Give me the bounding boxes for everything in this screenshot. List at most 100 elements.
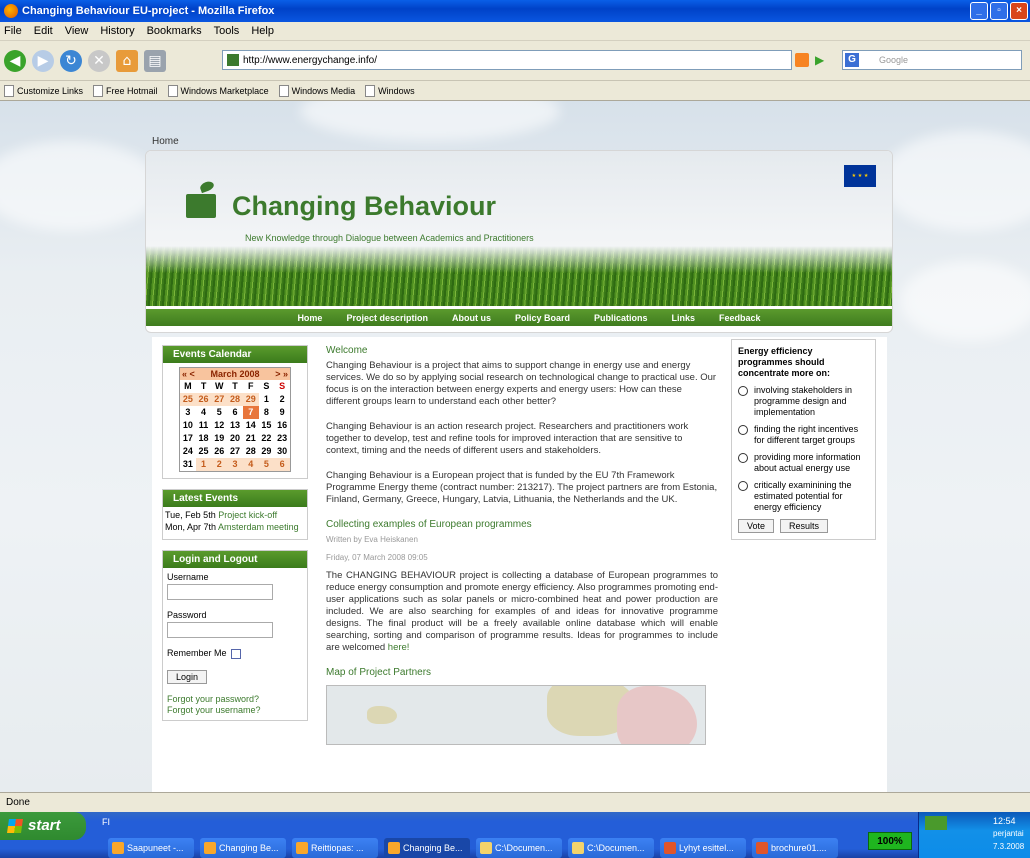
menu-tools[interactable]: Tools [214,25,240,37]
go-icon[interactable]: ▶ [815,53,829,67]
calendar-day[interactable]: 5 [258,458,275,471]
bookmark-windows-media[interactable]: Windows Media [278,84,355,97]
poll-radio[interactable] [738,481,748,491]
calendar-day[interactable]: 21 [243,432,259,445]
calendar-day[interactable]: 19 [211,432,227,445]
reload-icon[interactable]: ↻ [60,49,82,72]
calendar-day[interactable]: 27 [211,393,228,406]
poll-option[interactable]: critically examinining the estimated pot… [738,480,869,513]
calendar-day[interactable]: 25 [180,393,196,406]
menu-help[interactable]: Help [251,25,274,37]
forward-icon[interactable]: ▶ [32,49,54,72]
calendar-day[interactable]: 28 [227,393,243,406]
calendar-day[interactable]: 29 [242,393,259,406]
calendar-day[interactable]: 26 [195,393,212,406]
calendar-day[interactable]: 10 [180,419,196,432]
nav-project-description[interactable]: Project description [346,313,428,323]
calendar-day[interactable]: 5 [211,406,227,419]
calendar-day[interactable]: 16 [274,419,290,432]
article-title[interactable]: Collecting examples of European programm… [326,519,718,531]
bookmark-windows-marketplace[interactable]: Windows Marketplace [167,84,269,97]
calendar-prev-button[interactable]: « < [182,369,195,379]
poll-radio[interactable] [738,386,748,396]
calendar-day[interactable]: 4 [242,458,259,471]
here-link[interactable]: here! [388,642,410,653]
nav-home[interactable]: Home [297,313,322,323]
nav-feedback[interactable]: Feedback [719,313,761,323]
poll-radio[interactable] [738,425,748,435]
address-bar[interactable]: http://www.energychange.info/ [222,50,792,70]
event-link-kickoff[interactable]: Project kick-off [218,510,277,520]
calendar-day[interactable]: 1 [195,458,212,471]
google-search-icon[interactable]: G [845,53,859,67]
calendar-day[interactable]: 1 [259,393,275,406]
welcome-title[interactable]: Welcome [326,345,718,357]
page-viewport[interactable]: Home Changing Behaviour New Knowledge th… [0,101,1030,792]
calendar-day[interactable]: 4 [196,406,212,419]
calendar-day[interactable]: 13 [227,419,243,432]
results-button[interactable]: Results [780,519,829,533]
vote-button[interactable]: Vote [738,519,775,533]
calendar-day[interactable]: 2 [274,393,290,406]
search-box[interactable]: G Google [842,50,1022,70]
calendar-day[interactable]: 14 [243,419,259,432]
calendar-day[interactable]: 17 [180,432,196,445]
language-indicator[interactable]: FI [102,817,110,827]
calendar-day[interactable]: 15 [259,419,275,432]
remember-me-checkbox[interactable] [230,648,241,659]
maximize-button[interactable]: ▫ [990,2,1008,20]
map-title[interactable]: Map of Project Partners [326,667,718,679]
calendar-day[interactable]: 7 [242,406,259,419]
poll-radio[interactable] [738,453,748,463]
calendar-day[interactable]: 3 [227,458,243,471]
close-button[interactable]: × [1010,2,1028,20]
calendar-day[interactable]: 6 [227,406,243,419]
clock-time[interactable]: 12:54 [993,816,1016,826]
menu-history[interactable]: History [100,25,134,37]
zoom-indicator[interactable]: 100% [868,832,912,850]
breadcrumb[interactable]: Home [152,136,179,147]
task-button[interactable]: brochure01.... [752,838,838,858]
bookmark-customize-links[interactable]: Customize Links [4,84,83,97]
calendar-next-button[interactable]: > » [275,369,288,379]
nav-about-us[interactable]: About us [452,313,491,323]
nav-links[interactable]: Links [672,313,696,323]
calendar-day[interactable]: 26 [211,445,227,458]
calendar-day[interactable]: 11 [196,419,212,432]
calendar-day[interactable]: 30 [274,445,290,458]
task-button[interactable]: Reittiopas: ... [292,838,378,858]
print-icon[interactable]: ▤ [144,49,166,72]
menu-view[interactable]: View [65,25,89,37]
calendar-day[interactable]: 31 [180,458,196,471]
calendar-day[interactable]: 29 [259,445,275,458]
network-icon[interactable] [925,816,947,830]
calendar-day[interactable]: 25 [196,445,212,458]
calendar-day[interactable]: 18 [196,432,212,445]
stop-icon[interactable]: ✕ [88,49,110,72]
task-button[interactable]: C:\Documen... [476,838,562,858]
task-button[interactable]: C:\Documen... [568,838,654,858]
calendar-day[interactable]: 2 [211,458,228,471]
rss-feed-icon[interactable] [795,53,809,67]
calendar-day[interactable]: 8 [259,406,275,419]
calendar-day[interactable]: 6 [274,458,290,471]
forgot-username-link[interactable]: Forgot your username? [167,705,307,716]
calendar-day[interactable]: 23 [274,432,290,445]
site-brand[interactable]: Changing Behaviour [232,191,496,222]
login-button[interactable]: Login [167,669,208,684]
calendar-day[interactable]: 20 [227,432,243,445]
bookmark-windows[interactable]: Windows [365,84,415,97]
calendar-day[interactable]: 9 [274,406,290,419]
task-button-active[interactable]: Changing Be... [384,838,470,858]
nav-policy-board[interactable]: Policy Board [515,313,570,323]
poll-option[interactable]: finding the right incentives for differe… [738,424,869,446]
bookmark-free-hotmail[interactable]: Free Hotmail [93,84,158,97]
partner-map-image[interactable] [326,685,706,745]
calendar-day[interactable]: 27 [227,445,243,458]
home-icon[interactable]: ⌂ [116,49,138,72]
calendar-day[interactable]: 3 [180,406,196,419]
task-button[interactable]: Saapuneet -... [108,838,194,858]
password-input[interactable] [167,622,273,638]
calendar-day[interactable]: 24 [180,445,196,458]
back-icon[interactable]: ◀ [4,49,26,72]
